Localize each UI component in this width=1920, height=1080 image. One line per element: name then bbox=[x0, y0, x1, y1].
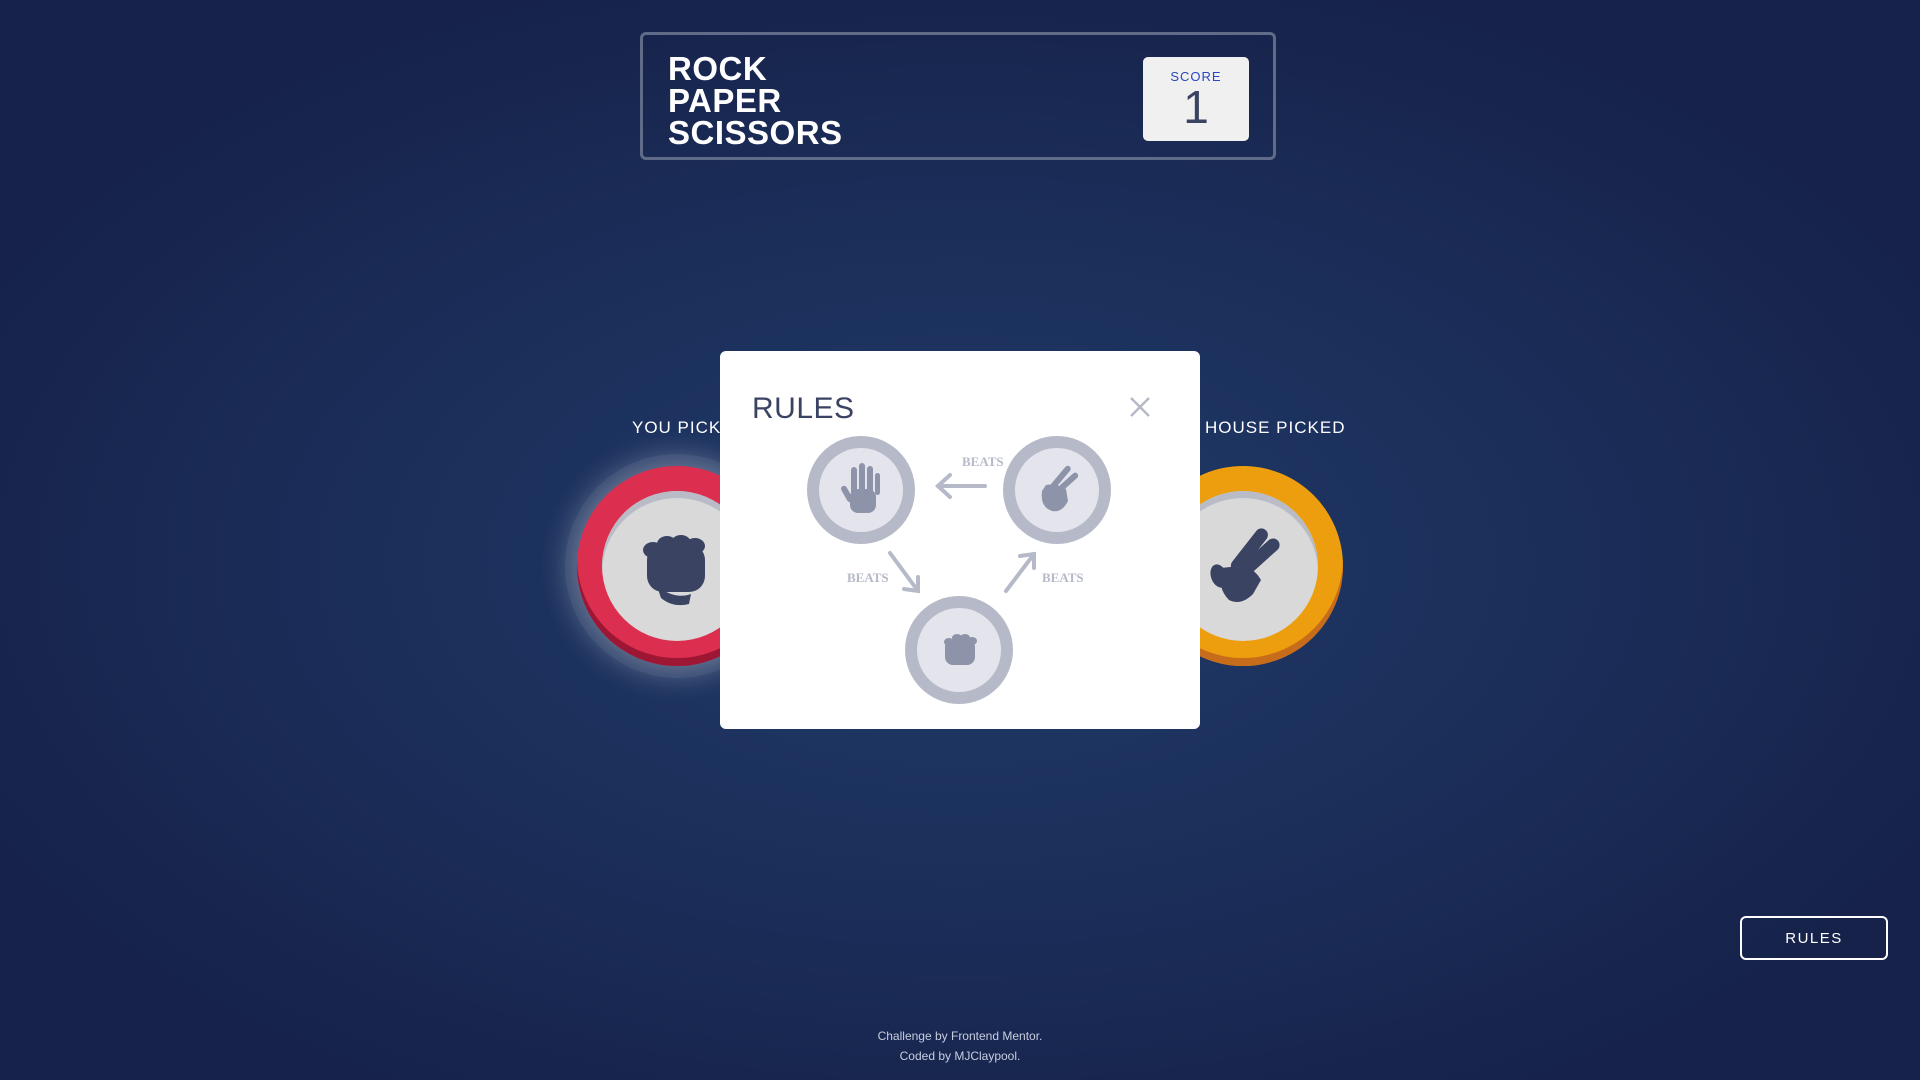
beats-label-left: BEATS bbox=[847, 570, 889, 585]
score-value: 1 bbox=[1183, 81, 1209, 133]
fist-icon bbox=[643, 535, 705, 606]
fist-icon bbox=[944, 634, 977, 665]
peace-hand-icon bbox=[1210, 528, 1280, 602]
diagram-paper-token bbox=[807, 436, 915, 544]
author-link[interactable]: MJClaypool bbox=[954, 1049, 1017, 1063]
attribution-line-1: Challenge by Frontend Mentor. bbox=[877, 1029, 1043, 1043]
score-header: ROCK PAPER SCISSORS SCORE 1 bbox=[640, 32, 1276, 160]
arrow-icon bbox=[935, 473, 987, 499]
arrow-icon bbox=[888, 551, 920, 594]
attribution: Challenge by Frontend Mentor. Coded by M… bbox=[0, 1026, 1920, 1066]
logo-line-paper: PAPER bbox=[668, 82, 782, 119]
beats-label-top: BEATS bbox=[962, 454, 1004, 469]
rules-modal: RULES BEATS BEATS BEATS bbox=[720, 351, 1200, 729]
house-picked-label: HOUSE PICKED bbox=[1205, 418, 1346, 437]
rules-diagram: BEATS BEATS BEATS bbox=[807, 436, 1111, 704]
score-box: SCORE 1 bbox=[1143, 57, 1249, 141]
diagram-rock-token bbox=[905, 596, 1013, 704]
frontend-mentor-link[interactable]: Frontend Mentor bbox=[951, 1029, 1039, 1043]
game-logo: ROCK PAPER SCISSORS bbox=[668, 50, 843, 151]
logo-line-scissors: SCISSORS bbox=[668, 114, 843, 151]
arrow-icon bbox=[1004, 551, 1036, 593]
beats-label-right: BEATS bbox=[1042, 570, 1084, 585]
diagram-scissors-token bbox=[1003, 436, 1111, 544]
attribution-line-2: Coded by MJClaypool. bbox=[899, 1049, 1021, 1063]
rules-button[interactable]: RULES bbox=[1740, 916, 1888, 960]
logo-line-rock: ROCK bbox=[668, 50, 768, 87]
